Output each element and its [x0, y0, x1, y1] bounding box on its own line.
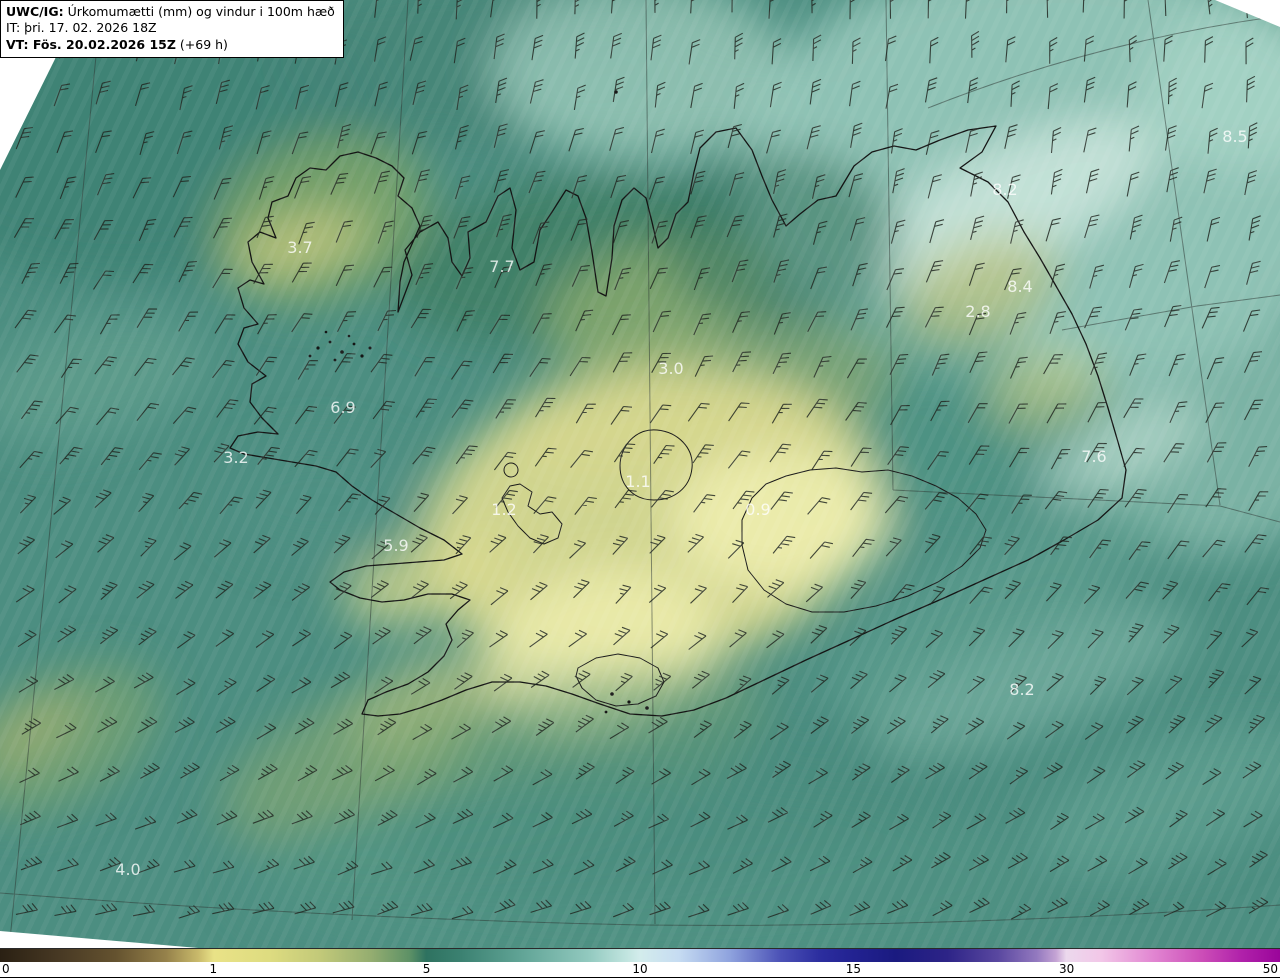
map-value-label: 1.2	[491, 500, 516, 519]
map-value-label: 3.0	[658, 359, 683, 378]
valid-time-suffix: (+69 h)	[175, 36, 228, 52]
map-value-label: 8.2	[1009, 680, 1034, 699]
map-value-label: 2.8	[965, 302, 990, 321]
colorbar-tick: 10	[632, 962, 648, 976]
colorbar-tick: 30	[1058, 962, 1075, 976]
colorbar-tick: 50	[1262, 962, 1278, 976]
map-value-label: 3.2	[223, 448, 248, 467]
colorbar-gradient	[0, 948, 1280, 962]
map-value-label: 1.1	[625, 472, 650, 491]
map-value-label: 8.2	[992, 180, 1017, 199]
colorbar-tick: 15	[845, 962, 862, 976]
init-time-line: IT: þri. 17. 02. 2026 18Z	[6, 20, 157, 36]
map-value-label: 4.0	[115, 860, 140, 879]
map-value-label: 3.7	[287, 238, 312, 257]
colorbar-tick-labels: 0 1 5 10 15 30 50	[0, 962, 1280, 978]
map-value-label: 0.9	[745, 500, 770, 519]
map-value-label: 5.9	[383, 536, 408, 555]
map-value-label: 7.7	[489, 257, 514, 276]
weather-map-screen: 3.7 7.7 8.5 8.2 8.4 2.8 3.0 6.9 3.2 7.6 1.2 1.1 0.9 5…	[0, 0, 1280, 978]
valid-time-label: VT: Fös. 20.02.2026 15Z	[6, 36, 176, 52]
colorbar-tick: 0	[2, 962, 10, 976]
valid-time-line: VT: Fös. 20.02.2026 15Z (+69 h)	[6, 37, 335, 53]
product-label: UWC/IG:	[6, 4, 64, 19]
map-value-label: 6.9	[330, 398, 355, 417]
weather-map: 3.7 7.7 8.5 8.2 8.4 2.8 3.0 6.9 3.2 7.6 1.2 1.1 0.9 5…	[0, 0, 1280, 948]
product-title: Úrkomumætti (mm) og vindur i 100m hæð	[63, 4, 335, 19]
map-value-label: 7.6	[1081, 447, 1106, 466]
colorbar-tick: 1	[209, 962, 218, 976]
map-value-label: 8.5	[1222, 127, 1247, 146]
map-title-box: UWC/IG: Úrkomumætti (mm) og vindur i 100…	[0, 0, 344, 58]
product-title-line: UWC/IG: Úrkomumætti (mm) og vindur i 100…	[6, 4, 335, 20]
map-value-label: 8.4	[1007, 277, 1032, 296]
colorbar: 0 1 5 10 15 30 50	[0, 948, 1280, 978]
colorbar-tick: 5	[422, 962, 431, 976]
